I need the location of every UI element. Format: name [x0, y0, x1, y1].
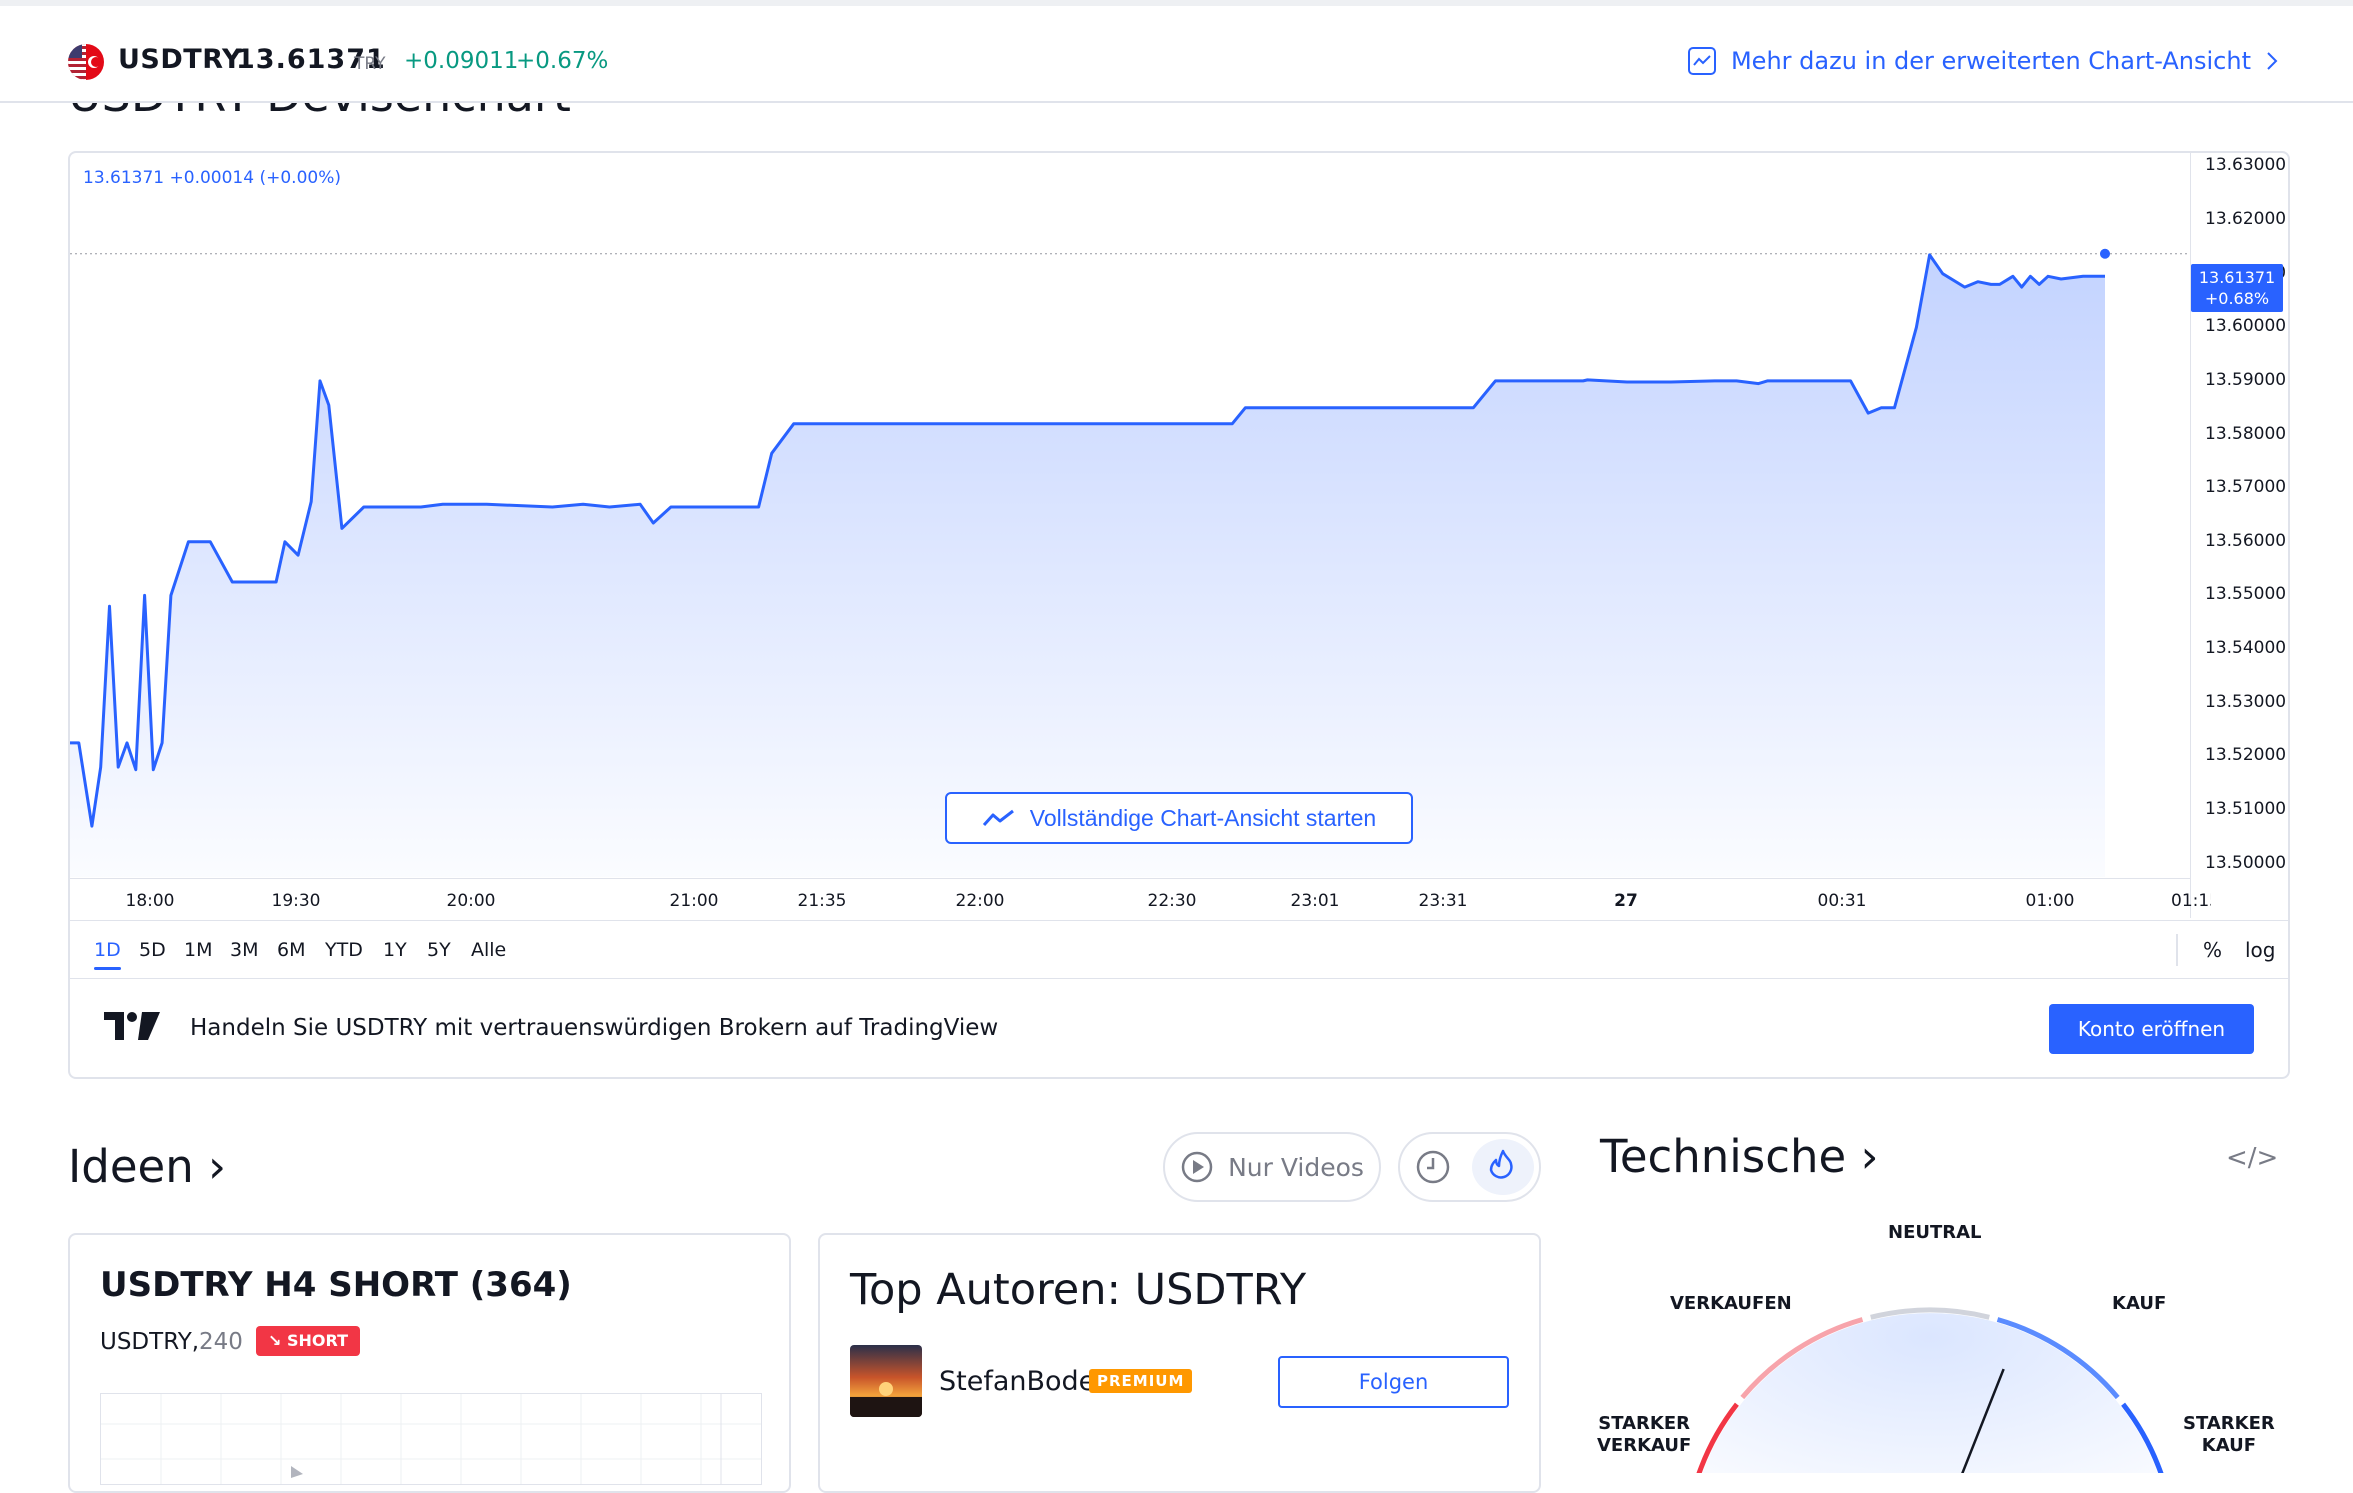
- range-button-ytd[interactable]: YTD: [325, 939, 363, 961]
- time-axis[interactable]: 18:00 19:30 20:00 21:00 21:35 22:00 22:30 23:01…: [70, 878, 2211, 919]
- price-axis-tick: 13.55000: [2205, 584, 2287, 605]
- range-divider: [2176, 934, 2178, 966]
- time-axis-tick: 18:00: [125, 891, 175, 911]
- author-avatar[interactable]: [850, 1345, 922, 1417]
- gauge-label-sell: VERKAUFEN: [1670, 1293, 1792, 1314]
- embed-code-icon[interactable]: </>: [2226, 1143, 2278, 1173]
- price-change-percent: +0.67%: [516, 48, 609, 74]
- time-axis-tick: 22:00: [955, 891, 1005, 911]
- time-axis-tick: 23:31: [1418, 891, 1468, 911]
- advanced-chart-link[interactable]: Mehr dazu in der erweiterten Chart-Ansic…: [1687, 46, 2279, 76]
- idea-thumbnail[interactable]: [100, 1393, 762, 1485]
- trend-down-icon: ↘: [268, 1331, 282, 1350]
- time-axis-tick: 19:30: [271, 891, 321, 911]
- range-button-1d[interactable]: 1D: [94, 939, 121, 970]
- gauge-label-buy: KAUF: [2112, 1293, 2167, 1314]
- range-button-6m[interactable]: 6M: [277, 939, 305, 961]
- time-axis-tick: 00:31: [1817, 891, 1867, 911]
- time-axis-tick: 27: [1614, 891, 1638, 911]
- short-badge-label: SHORT: [286, 1331, 349, 1350]
- time-axis-tick: 01:15: [2171, 891, 2211, 911]
- price-axis-tick: 13.52000: [2205, 745, 2287, 766]
- idea-symbol[interactable]: USDTRY,: [100, 1329, 199, 1355]
- full-chart-view-button[interactable]: Vollständige Chart-Ansicht starten: [945, 792, 1413, 844]
- price-tag: 13.61371 +0.68%: [2191, 264, 2283, 312]
- us-tr-flag-icon: [68, 44, 104, 80]
- gauge-label-neutral: NEUTRAL: [1888, 1222, 1982, 1243]
- last-price-dot: [2100, 248, 2110, 259]
- symbol-header-bar: USDTRY 13.61371 TRY +0.09011 +0.67% Mehr…: [0, 0, 2353, 103]
- chart-legend: 13.61371 +0.00014 (+0.00%): [83, 168, 341, 188]
- range-button-3m[interactable]: 3M: [230, 939, 258, 961]
- price-area-fill: [70, 254, 2105, 877]
- full-chart-view-label: Vollständige Chart-Ansicht starten: [1029, 804, 1377, 831]
- price-axis-tick: 13.54000: [2205, 638, 2287, 659]
- idea-timeframe: 240: [199, 1329, 243, 1355]
- chevron-right-icon: [2267, 52, 2278, 70]
- sort-recent-button[interactable]: [1405, 1139, 1461, 1195]
- range-button-1y[interactable]: 1Y: [383, 939, 407, 961]
- time-axis-tick: 21:35: [797, 891, 847, 911]
- idea-title[interactable]: USDTRY H4 SHORT (364): [100, 1265, 572, 1305]
- time-axis-tick: 01:00: [2025, 891, 2075, 911]
- price-tag-value: 13.61371: [2198, 268, 2276, 287]
- short-badge: ↘ SHORT: [256, 1326, 361, 1356]
- price-axis-tick: 13.53000: [2205, 691, 2287, 712]
- range-button-5y[interactable]: 5Y: [427, 939, 451, 961]
- range-button-1m[interactable]: 1M: [184, 939, 212, 961]
- videos-only-label: Nur Videos: [1228, 1152, 1364, 1182]
- percent-scale-toggle[interactable]: %: [2203, 938, 2222, 962]
- price-axis-tick: 13.56000: [2205, 530, 2287, 551]
- price-axis-tick: 13.62000: [2205, 209, 2287, 230]
- sort-popular-button[interactable]: [1472, 1139, 1534, 1195]
- gauge-label-strong-sell-line2: VERKAUF: [1597, 1435, 1692, 1456]
- range-selector: 1D 5D 1M 3M 6M YTD 1Y 5Y Alle: [70, 920, 2288, 977]
- gauge-label-strong-buy-line1: STARKER: [2183, 1413, 2275, 1434]
- log-scale-toggle[interactable]: log: [2245, 938, 2276, 962]
- time-axis-tick: 23:01: [1290, 891, 1340, 911]
- price-axis-tick: 13.63000: [2205, 155, 2287, 176]
- time-axis-tick: 20:00: [446, 891, 496, 911]
- gauge-dial: [1696, 1313, 2164, 1493]
- chart-icon: [1687, 47, 1716, 75]
- gauge-label-strong-sell: STARKER VERKAUF: [1597, 1413, 1691, 1457]
- premium-badge: PREMIUM: [1089, 1369, 1193, 1393]
- time-axis-tick: 22:30: [1147, 891, 1197, 911]
- line-chart-icon: [982, 809, 1014, 827]
- symbol-name: USDTRY: [118, 44, 243, 75]
- top-authors-heading: Top Autoren: USDTRY: [850, 1265, 1307, 1315]
- play-icon: [1181, 1151, 1213, 1183]
- price-change: +0.09011: [404, 48, 519, 74]
- broker-promo-text: Handeln Sie USDTRY mit vertrauenswürdige…: [190, 1015, 999, 1041]
- follow-button[interactable]: Folgen: [1278, 1356, 1509, 1408]
- open-account-button[interactable]: Konto eröffnen: [2049, 1004, 2254, 1054]
- gauge-label-strong-buy-line2: KAUF: [2201, 1435, 2256, 1456]
- author-name[interactable]: StefanBode: [939, 1366, 1095, 1397]
- price-axis-tick: 13.57000: [2205, 477, 2287, 498]
- price-axis-tick: 13.50000: [2205, 852, 2287, 873]
- price-axis-tick: 13.60000: [2205, 316, 2287, 337]
- tradingview-logo-icon: [104, 1010, 160, 1046]
- price-tag-change: +0.68%: [2204, 289, 2270, 308]
- videos-only-button[interactable]: Nur Videos: [1163, 1132, 1381, 1202]
- fire-icon: [1489, 1149, 1513, 1179]
- advanced-chart-link-label: Mehr dazu in der erweiterten Chart-Ansic…: [1730, 47, 2251, 75]
- gauge-label-strong-buy: STARKER KAUF: [2183, 1413, 2275, 1457]
- currency-label: TRY: [354, 54, 386, 74]
- ideas-heading[interactable]: Ideen ›: [68, 1140, 226, 1193]
- price-chart-plot[interactable]: [70, 153, 2190, 877]
- price-axis-tick: 13.58000: [2205, 423, 2287, 444]
- range-button-alle[interactable]: Alle: [471, 939, 506, 961]
- clock-icon: [1416, 1150, 1450, 1184]
- gauge-label-strong-sell-line1: STARKER: [1598, 1413, 1691, 1434]
- time-axis-tick: 21:00: [669, 891, 719, 911]
- price-axis-tick: 13.59000: [2205, 369, 2287, 390]
- technicals-heading[interactable]: Technische ›: [1600, 1130, 1879, 1183]
- price-axis-tick: 13.51000: [2205, 798, 2287, 819]
- range-button-5d[interactable]: 5D: [139, 939, 166, 961]
